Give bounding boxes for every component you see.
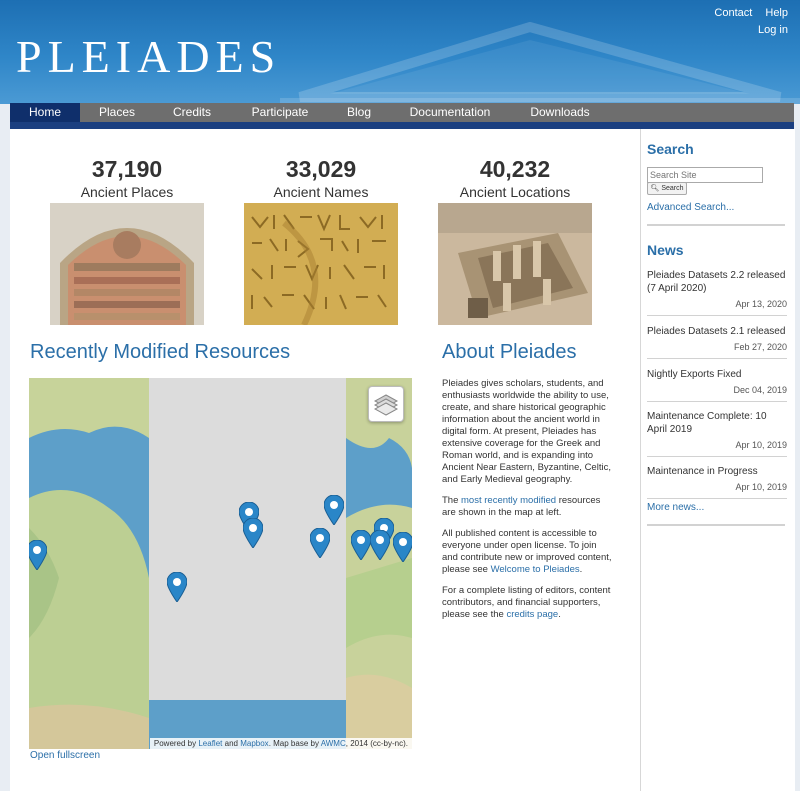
- main-nav: Home Places Credits Participate Blog Doc…: [10, 103, 794, 129]
- mapbox-link[interactable]: Mapbox: [240, 739, 268, 748]
- open-fullscreen-link[interactable]: Open fullscreen: [30, 750, 100, 761]
- sidebar-divider: [647, 224, 785, 226]
- search-button-label: Search: [661, 185, 684, 192]
- about-text: Pleiades gives scholars, students, and e…: [442, 378, 614, 630]
- stat-ancient-locations: 40,232 Ancient Locations: [435, 155, 595, 201]
- layers-icon: [373, 394, 399, 416]
- map-marker[interactable]: [323, 494, 345, 526]
- news-title: News: [647, 242, 684, 258]
- help-link[interactable]: Help: [765, 7, 788, 19]
- news-divider: [647, 315, 787, 316]
- nav-downloads[interactable]: Downloads: [518, 103, 602, 122]
- map-marker[interactable]: [369, 529, 391, 561]
- search-title: Search: [647, 141, 694, 157]
- stat-label: Ancient Locations: [459, 184, 571, 200]
- news-divider: [647, 358, 787, 359]
- stat-number: 37,190: [91, 156, 163, 182]
- login-link[interactable]: Log in: [758, 24, 788, 36]
- advanced-search-link[interactable]: Advanced Search...: [647, 202, 734, 213]
- nav-participate[interactable]: Participate: [236, 103, 324, 122]
- map-marker[interactable]: [242, 517, 264, 549]
- credits-page-link[interactable]: credits page: [506, 609, 558, 620]
- map-marker[interactable]: [29, 539, 48, 571]
- map-marker[interactable]: [166, 571, 188, 603]
- inscription-photo[interactable]: [244, 203, 398, 325]
- nav-documentation[interactable]: Documentation: [398, 103, 502, 122]
- news-item[interactable]: Pleiades Datasets 2.1 released Feb 27, 2…: [647, 325, 787, 359]
- awmc-link[interactable]: AWMC: [321, 739, 346, 748]
- nav-credits[interactable]: Credits: [158, 103, 226, 122]
- contact-link[interactable]: Contact: [714, 7, 752, 19]
- news-item-title[interactable]: Maintenance in Progress: [647, 465, 787, 478]
- about-text-span: The: [442, 495, 459, 506]
- search-icon: 🔍︎: [650, 185, 660, 192]
- news-item-date: Apr 10, 2019: [735, 440, 787, 450]
- news-item-title[interactable]: Nightly Exports Fixed: [647, 368, 787, 381]
- stat-number: 33,029: [285, 156, 357, 182]
- stat-ancient-places: 37,190 Ancient Places: [47, 155, 207, 201]
- search-input[interactable]: [647, 167, 763, 183]
- news-item[interactable]: Nightly Exports Fixed Dec 04, 2019: [647, 368, 787, 402]
- news-item-title[interactable]: Maintenance Complete: 10 April 2019: [647, 410, 787, 436]
- attrib-text: and: [224, 739, 238, 748]
- site-logo[interactable]: PLEIADES: [16, 30, 281, 83]
- news-item[interactable]: Maintenance in Progress Apr 10, 2019: [647, 465, 787, 499]
- sidebar: [640, 129, 795, 791]
- about-text-span: .: [579, 564, 583, 575]
- map-attribution: Powered by Leaflet and Mapbox. Map base …: [149, 738, 412, 749]
- recent-map[interactable]: Powered by Leaflet and Mapbox. Map base …: [29, 378, 412, 749]
- stat-label: Ancient Names: [273, 184, 369, 200]
- news-item-title[interactable]: Pleiades Datasets 2.2 released (7 April …: [647, 269, 787, 295]
- nav-home[interactable]: Home: [10, 103, 80, 122]
- header-links: Contact Help Log in: [704, 7, 788, 36]
- page-frame-left: [0, 104, 10, 791]
- about-title: About Pleiades: [442, 341, 577, 363]
- about-paragraph: For a complete listing of editors, conte…: [442, 585, 614, 621]
- site-header: PLEIADES Contact Help Log in: [0, 0, 800, 104]
- attrib-text: . Map base by: [268, 739, 319, 748]
- attrib-text: Powered by: [153, 739, 197, 748]
- about-paragraph: The most recently modified resources are…: [442, 495, 614, 519]
- about-paragraph: All published content is accessible to e…: [442, 528, 614, 576]
- stat-number: 40,232: [479, 156, 551, 182]
- stat-ancient-names: 33,029 Ancient Names: [241, 155, 401, 201]
- news-divider: [647, 498, 787, 499]
- leaflet-link[interactable]: Leaflet: [198, 739, 222, 748]
- ruins-photo[interactable]: [438, 203, 592, 325]
- layers-button[interactable]: [368, 386, 404, 422]
- map-marker[interactable]: [309, 527, 331, 559]
- attrib-text: , 2014 (cc-by-nc).: [345, 739, 408, 748]
- about-text-span: .: [558, 609, 561, 620]
- news-item[interactable]: Maintenance Complete: 10 April 2019 Apr …: [647, 410, 787, 457]
- stat-label: Ancient Places: [80, 184, 174, 200]
- nav-places[interactable]: Places: [82, 103, 152, 122]
- news-item-date: Feb 27, 2020: [733, 342, 787, 352]
- mosaic-photo[interactable]: [50, 203, 204, 325]
- news-divider: [647, 401, 787, 402]
- news-item-date: Apr 10, 2019: [735, 482, 787, 492]
- news-item-title[interactable]: Pleiades Datasets 2.1 released: [647, 325, 787, 338]
- nav-blog[interactable]: Blog: [336, 103, 382, 122]
- most-recent-link[interactable]: most recently modified: [461, 495, 556, 506]
- recent-title: Recently Modified Resources: [30, 341, 291, 363]
- news-divider: [647, 456, 787, 457]
- sidebar-divider: [647, 524, 785, 526]
- map-marker[interactable]: [350, 529, 372, 561]
- news-item[interactable]: Pleiades Datasets 2.2 released (7 April …: [647, 269, 787, 316]
- map-marker[interactable]: [392, 531, 412, 563]
- welcome-link[interactable]: Welcome to Pleiades: [491, 564, 580, 575]
- about-paragraph: Pleiades gives scholars, students, and e…: [442, 378, 611, 485]
- news-item-date: Apr 13, 2020: [735, 299, 787, 309]
- search-button[interactable]: 🔍︎ Search: [647, 182, 687, 195]
- news-item-date: Dec 04, 2019: [733, 385, 787, 395]
- more-news-link[interactable]: More news...: [647, 502, 704, 513]
